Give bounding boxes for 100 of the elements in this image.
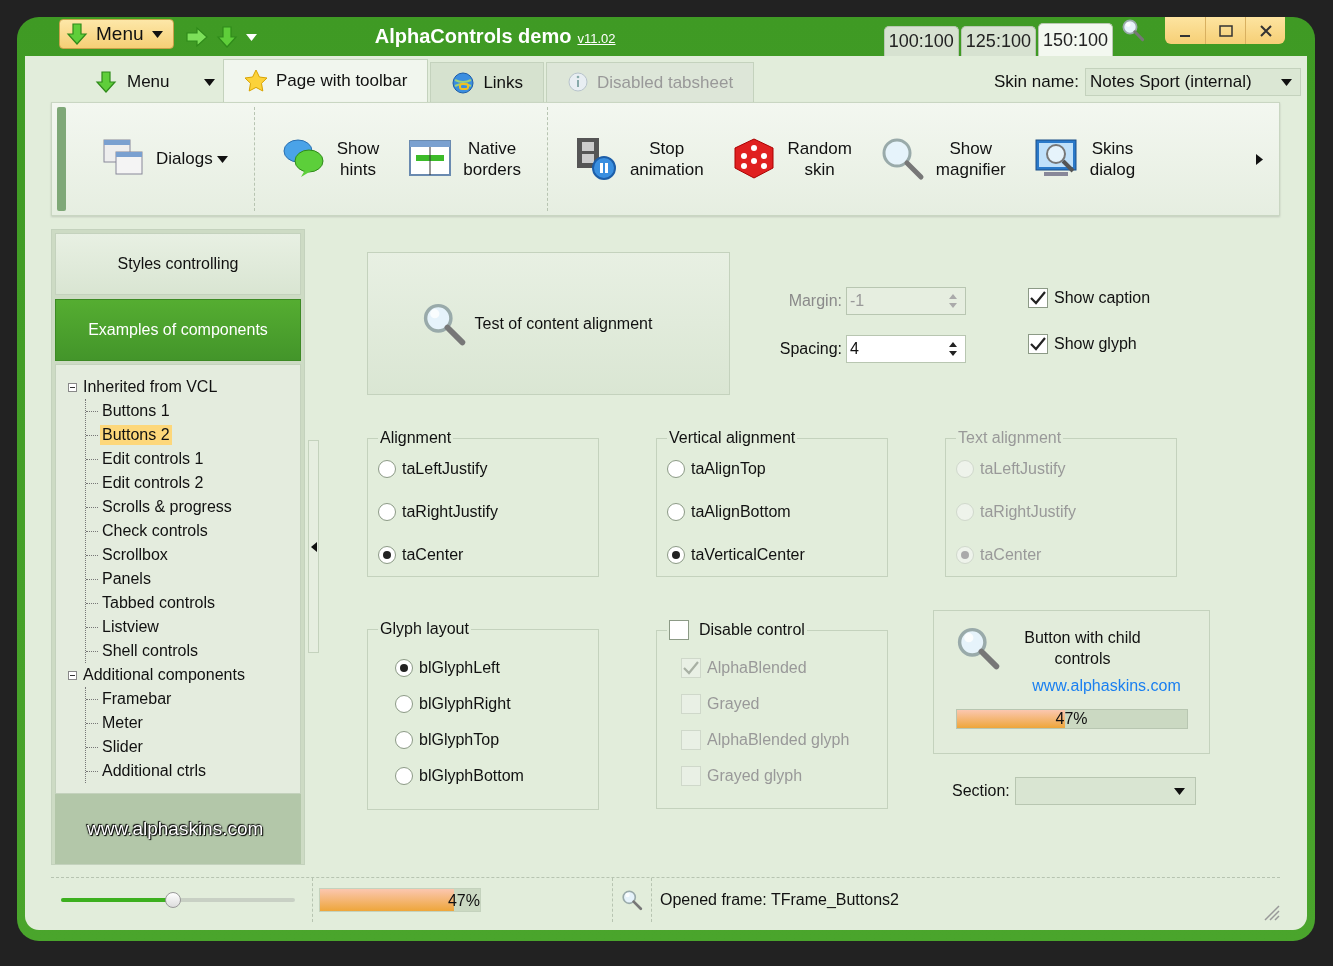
star-icon: [244, 69, 268, 93]
radio-label: taCenter: [980, 545, 1042, 564]
radio-button[interactable]: [667, 502, 685, 521]
checkbox[interactable]: [1028, 288, 1048, 308]
tab[interactable]: Links: [430, 62, 545, 102]
toolbar-button[interactable]: Random skin: [717, 111, 866, 207]
radio-label: blGlyphTop: [419, 731, 500, 749]
collapse-handle[interactable]: [308, 440, 319, 653]
tree-item[interactable]: Slider: [100, 737, 145, 757]
alignment-test-button[interactable]: Test of content alignment: [367, 252, 730, 395]
scale-tab[interactable]: 125:100: [960, 26, 1036, 56]
close-icon: [1258, 23, 1273, 38]
section-combo-box[interactable]: [1014, 777, 1196, 805]
radio-label: taRightJustify: [402, 502, 499, 521]
tree-item[interactable]: Panels: [100, 569, 153, 589]
tree-item[interactable]: Check controls: [100, 521, 210, 541]
radio-button[interactable]: [378, 545, 396, 564]
down-arrow-icon: [95, 71, 117, 93]
tree-item[interactable]: Shell controls: [100, 641, 201, 661]
skin-combo-box[interactable]: Notes Sport (internal): [1085, 68, 1301, 96]
tree-item[interactable]: Scrolls & progress: [100, 497, 234, 517]
tree-item[interactable]: Inherited from VCL: [81, 377, 220, 397]
button-caption: Button with child controls: [1023, 628, 1142, 669]
collapse-icon[interactable]: [68, 382, 77, 392]
checkbox-label: Show caption: [1054, 289, 1151, 307]
tab[interactable]: Page with toolbar: [223, 59, 429, 102]
toolbar-grip[interactable]: [57, 107, 66, 211]
tree-item[interactable]: Additional components: [81, 665, 247, 685]
tree-item[interactable]: Tabbed controls: [100, 593, 217, 613]
radio-button[interactable]: [395, 767, 413, 785]
globe-chain-icon: [451, 70, 476, 95]
radio-button[interactable]: [667, 459, 685, 478]
menu-dropdown[interactable]: Menu: [71, 62, 223, 102]
version-link[interactable]: v11.02: [577, 31, 616, 46]
progress-reading: 47%: [1054, 710, 1089, 728]
checkbox[interactable]: [669, 620, 689, 640]
group-title: Vertical alignment: [668, 429, 797, 447]
down-arrow-icon[interactable]: [215, 26, 238, 48]
caret-icon: [1281, 78, 1292, 86]
checkmark-icon: [683, 661, 699, 675]
radio-label: taLeftJustify: [402, 459, 488, 478]
spin-field[interactable]: 4: [846, 335, 966, 363]
checkmark-icon: [1030, 291, 1046, 305]
tree-item[interactable]: Edit controls 1: [100, 449, 206, 469]
status-text: Opened frame: TFrame_Buttons2: [659, 891, 900, 909]
radio-button[interactable]: [395, 695, 413, 713]
radio-button[interactable]: [667, 545, 685, 564]
section-label: Section:: [952, 782, 1010, 800]
radio-button[interactable]: [378, 502, 396, 521]
caret-icon: [151, 30, 163, 38]
group-title: Glyph layout: [379, 620, 470, 638]
slider-thumb[interactable]: [165, 892, 182, 908]
child-controls-button[interactable]: Button with child controls www.alphaskins.com 47%: [933, 610, 1210, 754]
toolbar-button[interactable]: Show magnifier: [865, 111, 1020, 207]
toolbar-button[interactable]: Show hints: [266, 111, 394, 207]
dropdown-caret-icon[interactable]: [245, 33, 257, 41]
radio-label: taRightJustify: [980, 502, 1077, 521]
radio-label: blGlyphRight: [419, 695, 511, 713]
tree-item[interactable]: Framebar: [100, 689, 174, 709]
checkbox[interactable]: [1028, 334, 1048, 354]
checkbox-label: Disable control: [699, 621, 805, 639]
right-arrow-icon[interactable]: [185, 26, 208, 48]
checkbox-label: Show glyph: [1054, 335, 1137, 353]
tree-item[interactable]: Buttons 2: [100, 425, 172, 445]
field-label: Margin:: [788, 292, 842, 310]
scale-tab[interactable]: 150:100: [1037, 23, 1113, 56]
left-triangle-icon: [310, 541, 317, 552]
magnifier-icon[interactable]: [1121, 18, 1145, 42]
scale-tab[interactable]: 100:100: [883, 26, 959, 56]
tree-item[interactable]: Meter: [100, 713, 145, 733]
toolbar-button[interactable]: Native borders: [393, 111, 535, 207]
spin-arrows-icon: [949, 342, 957, 356]
caret-icon: [1173, 787, 1185, 795]
menu-button[interactable]: Menu: [59, 19, 174, 49]
tree-item[interactable]: Scrollbox: [100, 545, 170, 565]
toolbar-button[interactable]: Skins dialog: [1019, 111, 1150, 207]
caret-icon: [216, 155, 228, 163]
magnifier-icon: [621, 889, 643, 911]
info-icon: [567, 71, 590, 94]
checkbox-label: AlphaBlended glyph: [707, 731, 850, 749]
tree-item[interactable]: Additional ctrls: [100, 761, 209, 781]
radio-button[interactable]: [395, 659, 413, 677]
checkmark-icon: [1030, 337, 1046, 351]
collapse-icon[interactable]: [68, 670, 77, 680]
down-arrow-icon: [66, 23, 88, 45]
checkbox-label: Grayed glyph: [707, 767, 803, 785]
right-triangle-icon[interactable]: [1256, 153, 1263, 165]
spin-arrows-icon: [949, 294, 957, 308]
skin-name-label: Skin name:: [993, 72, 1079, 92]
toolbar-button[interactable]: Dialogs: [86, 111, 242, 207]
slider-track[interactable]: [61, 891, 295, 909]
radio-button[interactable]: [395, 731, 413, 749]
radio-button[interactable]: [378, 459, 396, 478]
toolbar-button[interactable]: Stop animation: [559, 111, 718, 207]
tree-item[interactable]: Listview: [100, 617, 161, 637]
checkbox-label: AlphaBlended: [707, 659, 807, 677]
tree-item[interactable]: Buttons 1: [100, 401, 172, 421]
tree-item[interactable]: Edit controls 2: [100, 473, 206, 493]
radio-label: blGlyphLeft: [419, 659, 500, 677]
section-header[interactable]: Styles controlling: [55, 233, 301, 295]
